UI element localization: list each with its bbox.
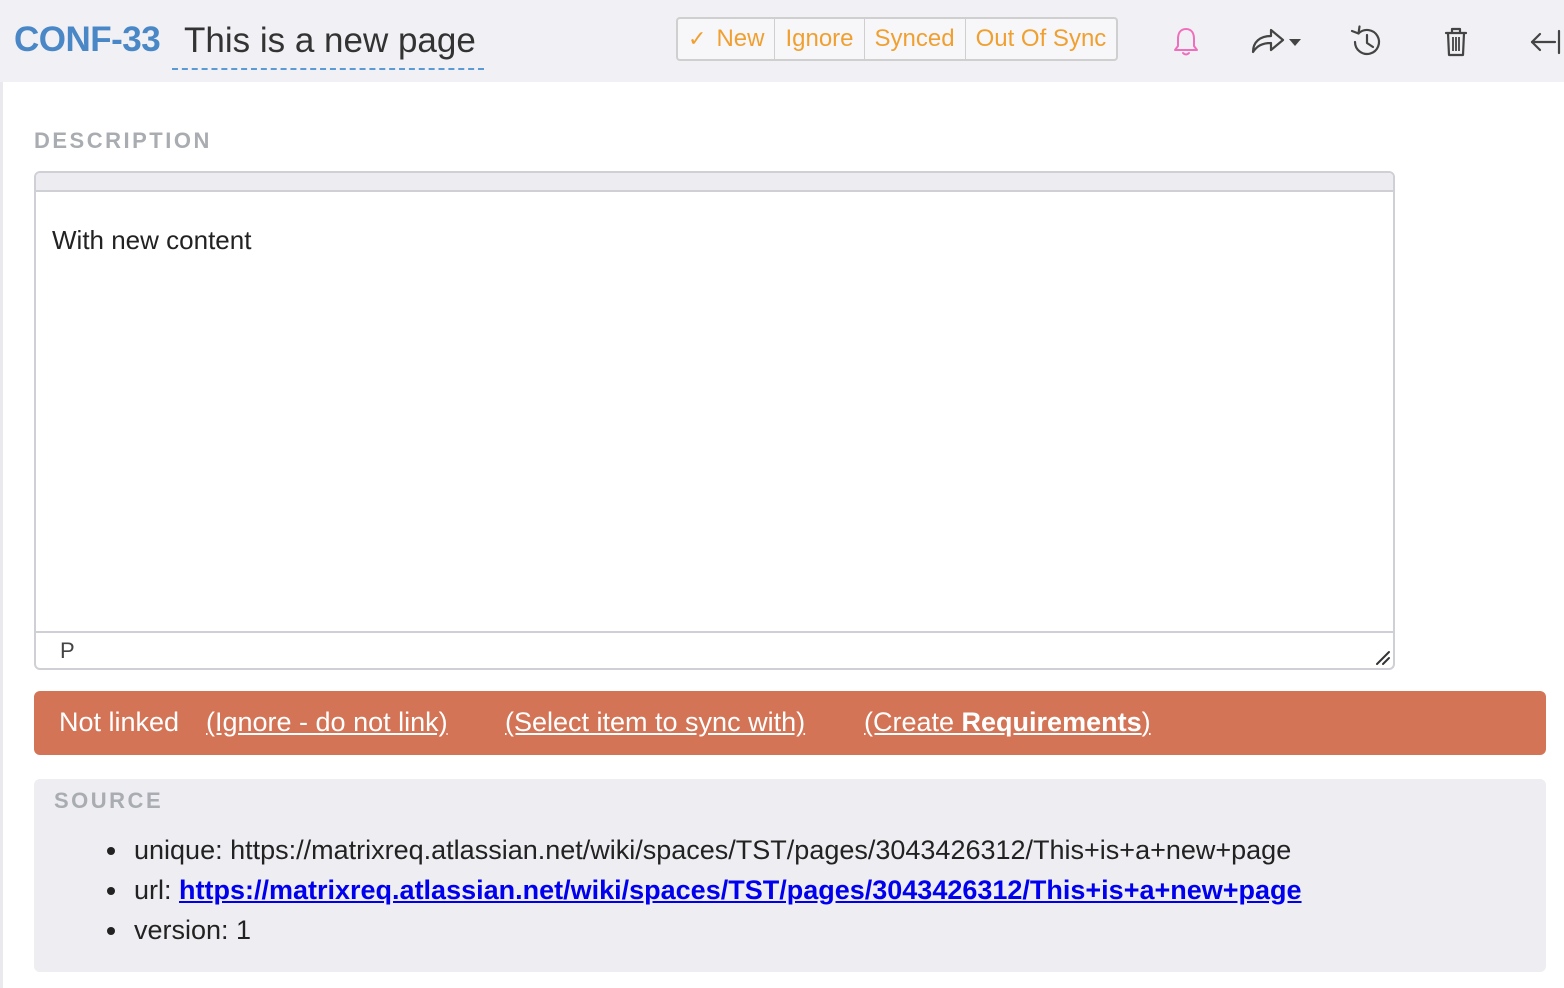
select-item-link[interactable]: (Select item to sync with) — [505, 707, 805, 738]
element-path[interactable]: P — [60, 638, 75, 664]
source-url-link[interactable]: https://matrixreq.atlassian.net/wiki/spa… — [179, 875, 1302, 905]
source-label: SOURCE — [54, 788, 164, 813]
status-ignore-button[interactable]: Ignore — [775, 19, 865, 59]
unique-value: https://matrixreq.atlassian.net/wiki/spa… — [230, 835, 1292, 865]
description-editor[interactable]: With new content P — [34, 171, 1395, 670]
source-section: SOURCE unique: https://matrixreq.atlassi… — [34, 779, 1546, 972]
status-new-label: New — [716, 25, 765, 52]
editor-content[interactable]: With new content — [52, 225, 251, 256]
editor-statusbar: P — [36, 631, 1393, 668]
ignore-link[interactable]: (Ignore - do not link) — [206, 707, 448, 738]
share-icon[interactable] — [1246, 22, 1308, 62]
collapse-left-icon[interactable] — [1528, 22, 1562, 62]
unique-key: unique: — [134, 835, 231, 865]
item-title[interactable]: This is a new page — [184, 21, 476, 61]
source-list: unique: https://matrixreq.atlassian.net/… — [107, 830, 1302, 950]
version-value: 1 — [236, 915, 252, 945]
source-unique-item: unique: https://matrixreq.atlassian.net/… — [107, 830, 1302, 870]
bell-icon[interactable] — [1166, 22, 1206, 62]
sync-status-group: ✓ New Ignore Synced Out Of Sync — [676, 17, 1119, 61]
status-out-of-sync-button[interactable]: Out Of Sync — [966, 19, 1117, 59]
editor-toolbar — [36, 173, 1393, 192]
create-prefix: (Create — [864, 707, 962, 737]
source-version-item: version: 1 — [107, 910, 1302, 950]
status-new-button[interactable]: ✓ New — [678, 19, 776, 59]
trash-icon[interactable] — [1436, 22, 1476, 62]
item-header: CONF-33 This is a new page ✓ New Ignore … — [0, 0, 1564, 82]
create-requirements-link[interactable]: (Create Requirements) — [864, 707, 1151, 738]
link-status-bar: Not linked (Ignore - do not link) (Selec… — [34, 691, 1546, 755]
item-id: CONF-33 — [14, 20, 161, 59]
url-key: url: — [134, 875, 180, 905]
resize-handle-icon[interactable] — [1373, 648, 1391, 666]
create-category: Requirements — [961, 707, 1142, 737]
left-edge — [0, 82, 3, 988]
status-synced-button[interactable]: Synced — [865, 19, 966, 59]
check-icon: ✓ — [688, 26, 707, 51]
create-suffix: ) — [1141, 707, 1151, 737]
version-key: version: — [134, 915, 237, 945]
title-edit-field[interactable]: This is a new page — [172, 18, 484, 70]
source-url-item: url: https://matrixreq.atlassian.net/wik… — [107, 870, 1302, 910]
history-icon[interactable] — [1346, 22, 1386, 62]
link-status-text: Not linked — [59, 707, 180, 737]
description-label: DESCRIPTION — [34, 128, 212, 153]
